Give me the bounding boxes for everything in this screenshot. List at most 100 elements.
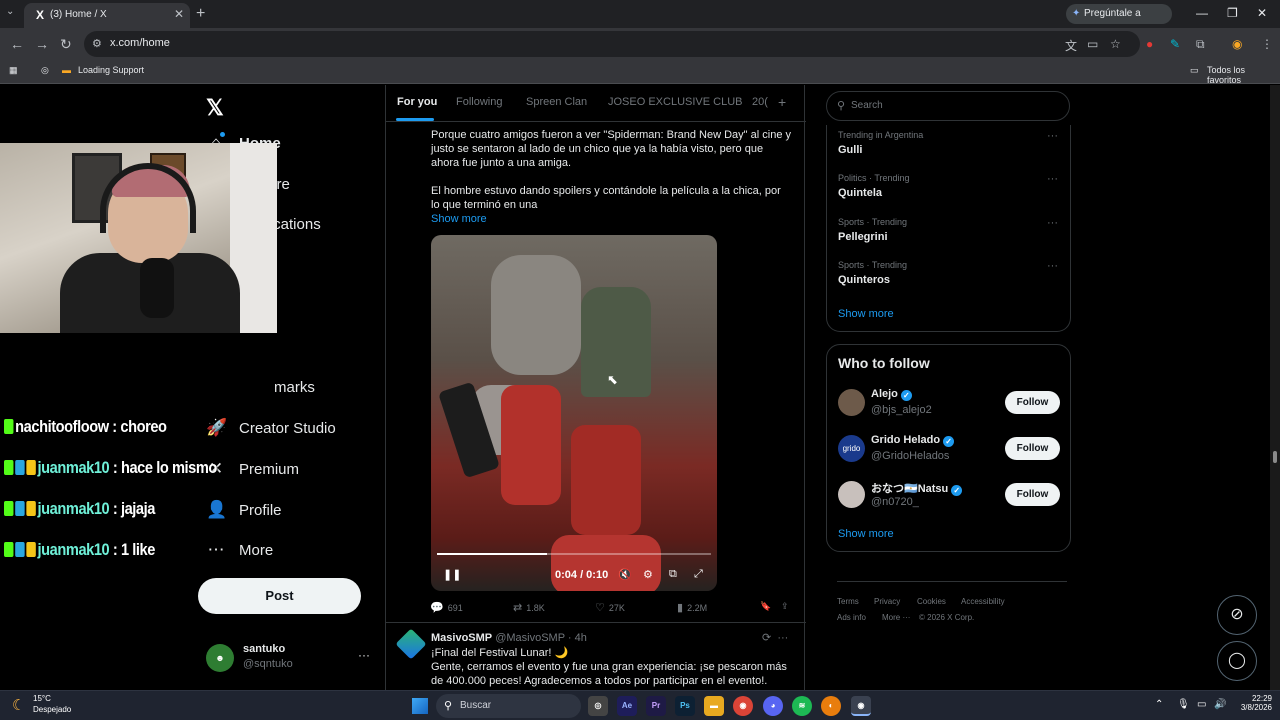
tweet-more-icon[interactable]: ···: [777, 632, 788, 644]
address-bar[interactable]: ⚙ x.com/home: [84, 31, 1140, 57]
volume-icon[interactable]: 🔊: [1214, 699, 1226, 710]
footer-cookies-link[interactable]: Cookies: [917, 597, 946, 606]
discord-icon[interactable]: ◕: [763, 696, 783, 716]
tab-following[interactable]: Following: [456, 96, 502, 108]
page-scrollbar[interactable]: [1270, 85, 1280, 690]
after-effects-icon[interactable]: Ae: [617, 696, 637, 716]
post-button[interactable]: Post: [198, 578, 361, 614]
bookmark-loading-support[interactable]: Loading Support: [78, 65, 144, 75]
close-tab-icon[interactable]: ✕: [174, 7, 184, 21]
trend-item[interactable]: Politics · Trending Quintela ···: [838, 173, 1063, 207]
globe-icon[interactable]: ◎: [41, 65, 49, 76]
follow-button[interactable]: Follow: [1005, 483, 1060, 506]
account-switcher[interactable]: ☻ santuko @sqntuko ···: [200, 640, 380, 680]
minimize-player-icon[interactable]: ⧉: [669, 568, 677, 581]
footer-more-link[interactable]: More ···: [882, 613, 910, 622]
fullscreen-icon[interactable]: ⤢: [694, 568, 703, 581]
tray-chevron-icon[interactable]: ⌃: [1155, 699, 1163, 710]
follow-button[interactable]: Follow: [1005, 437, 1060, 460]
share-icon[interactable]: ⇪: [781, 601, 789, 612]
profile-avatar-icon[interactable]: ◉: [1232, 37, 1242, 51]
views-button[interactable]: ▮ 2.2M: [677, 601, 707, 614]
follow-show-more-link[interactable]: Show more: [838, 528, 894, 540]
blender-icon[interactable]: ◐: [821, 696, 841, 716]
footer-ads-link[interactable]: Ads info: [837, 613, 866, 622]
trend-more-icon[interactable]: ···: [1047, 130, 1058, 142]
footer-terms-link[interactable]: Terms: [837, 597, 859, 606]
tweet-author-handle[interactable]: @MasivoSMP: [495, 632, 565, 644]
taskbar-clock[interactable]: 22:29 3/8/2026: [1232, 694, 1272, 712]
extension-red-icon[interactable]: ●: [1146, 37, 1153, 51]
follow-suggestion[interactable]: grido Grido Helado ✓ @GridoHelados Follow: [838, 433, 1063, 469]
trend-item[interactable]: Trending in Argentina Gulli ···: [838, 130, 1063, 164]
mute-icon[interactable]: 🔇: [618, 568, 632, 581]
taskbar-search[interactable]: ⚲ Buscar: [436, 694, 581, 718]
tweet-video[interactable]: ❚❚ 0:04 / 0:10 🔇 ⚙ ⧉ ⤢: [431, 235, 717, 591]
window-close-icon[interactable]: ✕: [1257, 6, 1267, 20]
new-tab-icon[interactable]: +: [196, 5, 205, 23]
tab-partial[interactable]: 20(: [752, 96, 768, 108]
network-icon[interactable]: ▭: [1197, 699, 1206, 710]
messages-fab-icon[interactable]: ◯: [1217, 641, 1257, 681]
site-info-icon[interactable]: ⚙: [92, 37, 102, 50]
grok-fab-icon[interactable]: ⊘: [1217, 595, 1257, 635]
translate-icon[interactable]: 文: [1065, 37, 1077, 54]
minimize-icon[interactable]: —: [1196, 6, 1208, 20]
chrome-menu-icon[interactable]: ⋮: [1261, 37, 1273, 51]
extensions-puzzle-icon[interactable]: ⧉: [1196, 37, 1205, 52]
forward-icon[interactable]: →: [35, 36, 49, 52]
apps-grid-icon[interactable]: ▦: [9, 65, 18, 76]
trend-more-icon[interactable]: ···: [1047, 217, 1058, 229]
trend-item[interactable]: Sports · Trending Pellegrini ···: [838, 217, 1063, 251]
tab-spreen-clan[interactable]: Spreen Clan: [526, 96, 587, 108]
footer-accessibility-link[interactable]: Accessibility: [961, 597, 1005, 606]
taskview-icon[interactable]: ◎: [588, 696, 608, 716]
like-button[interactable]: ♡ 27K: [595, 601, 625, 614]
gemini-button[interactable]: ✦ Pregúntale a Gemini: [1066, 4, 1172, 39]
reply-button[interactable]: 💬 691: [430, 601, 463, 614]
trend-more-icon[interactable]: ···: [1047, 260, 1058, 272]
windows-start-icon[interactable]: [412, 698, 428, 714]
extension-blue-icon[interactable]: ✎: [1170, 37, 1180, 51]
x-logo-icon[interactable]: 𝕏: [206, 95, 224, 121]
reload-icon[interactable]: ↻: [60, 36, 72, 53]
masivosmp-avatar[interactable]: [395, 628, 427, 660]
show-more-link[interactable]: Show more: [431, 213, 487, 225]
tab-for-you[interactable]: For you: [397, 96, 437, 108]
follow-button[interactable]: Follow: [1005, 391, 1060, 414]
bookmark-tweet-icon[interactable]: 🔖: [760, 601, 771, 612]
restore-icon[interactable]: ❐: [1227, 6, 1238, 20]
browser-tab[interactable]: X (3) Home / X ✕: [24, 3, 190, 28]
account-more-icon[interactable]: ···: [358, 648, 370, 662]
settings-gear-icon[interactable]: ⚙: [643, 568, 653, 581]
file-explorer-icon[interactable]: ▬: [704, 696, 724, 716]
repost-button[interactable]: ⇄ 1.8K: [513, 601, 545, 614]
nav-label: Creator Studio: [239, 420, 336, 437]
photoshop-icon[interactable]: Ps: [675, 696, 695, 716]
chrome-active-icon[interactable]: ◉: [851, 696, 871, 716]
footer-privacy-link[interactable]: Privacy: [874, 597, 900, 606]
spotify-icon[interactable]: ≋: [792, 696, 812, 716]
bookmark-star-icon[interactable]: ☆: [1110, 37, 1121, 51]
cast-icon[interactable]: ▭: [1087, 37, 1098, 51]
follow-suggestion[interactable]: Alejo ✓ @bjs_alejo2 Follow: [838, 387, 1063, 423]
back-icon[interactable]: ←: [10, 36, 24, 52]
tab-joseo-exclusive-club[interactable]: JOSEO EXCLUSIVE CLUB: [608, 96, 743, 108]
trend-item[interactable]: Sports · Trending Quinteros ···: [838, 260, 1063, 294]
microphone-icon[interactable]: 🎙: [1177, 699, 1190, 710]
search-box[interactable]: ⚲ Search: [826, 91, 1070, 121]
pause-icon[interactable]: ❚❚: [443, 568, 461, 581]
tab-list-chevron-icon[interactable]: ⌄: [6, 6, 14, 17]
grok-icon[interactable]: ⟳: [762, 632, 771, 644]
tweet-author-name[interactable]: MasivoSMP: [431, 632, 492, 644]
chrome-icon[interactable]: ◉: [733, 696, 753, 716]
all-favorites-link[interactable]: Todos los favoritos: [1207, 65, 1280, 85]
trend-more-icon[interactable]: ···: [1047, 173, 1058, 185]
trends-show-more-link[interactable]: Show more: [838, 308, 894, 320]
add-tab-icon[interactable]: +: [778, 94, 786, 110]
follow-suggestion[interactable]: おなつ🇦🇷Natsu ✓ @n0720_ Follow: [838, 479, 1063, 515]
video-progress-bar[interactable]: [437, 553, 711, 555]
scrollbar-thumb[interactable]: [1273, 451, 1277, 463]
moon-weather-icon[interactable]: ☾: [12, 696, 25, 714]
premiere-icon[interactable]: Pr: [646, 696, 666, 716]
